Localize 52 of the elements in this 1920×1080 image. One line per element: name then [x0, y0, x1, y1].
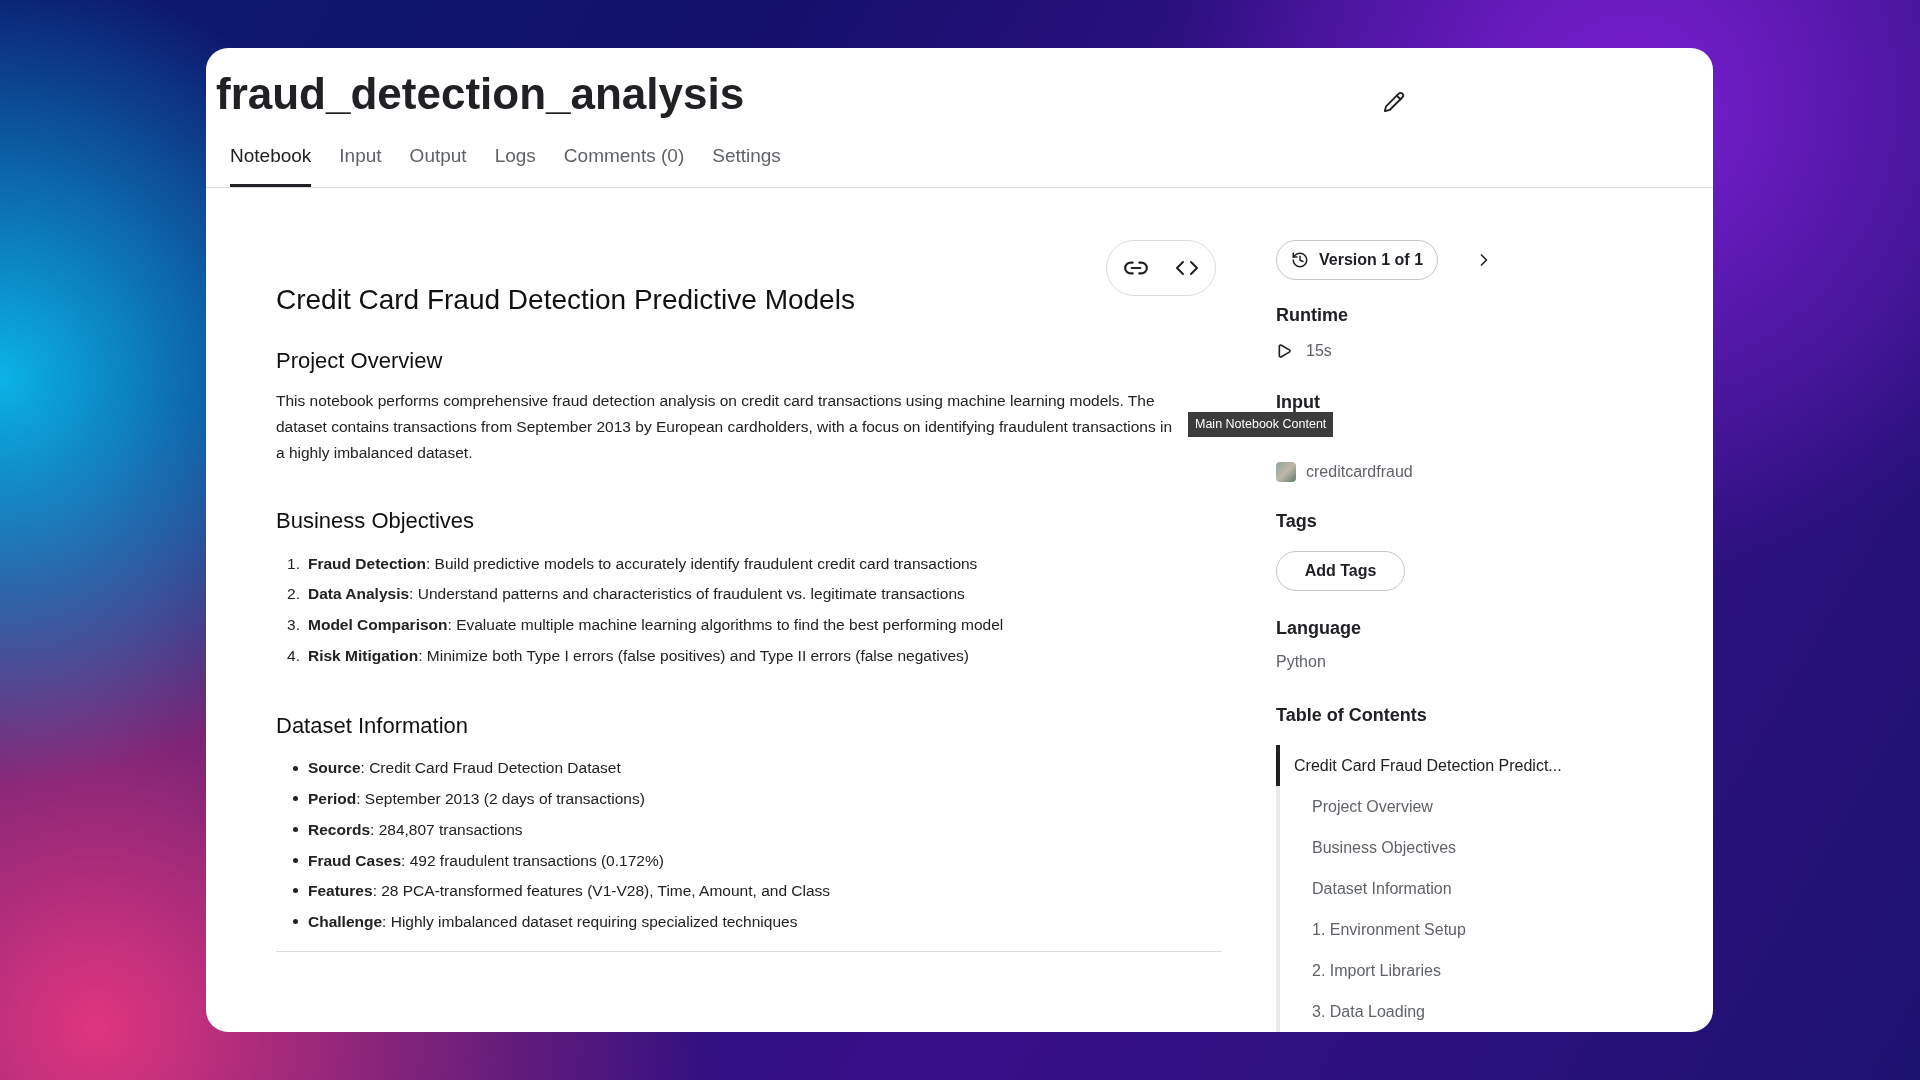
list-item: Fraud Cases: 492 fraudulent transactions (0.172%) — [308, 850, 664, 871]
bullet-icon — [293, 888, 298, 894]
bullet-icon — [293, 765, 298, 771]
list-number: 1. — [286, 553, 301, 574]
list-item: Model Comparison: Evaluate multiple machine learning algorithms to find the best performing model — [308, 615, 1004, 636]
list-item: Fraud Detection: Build predictive models to accurately identify fraudulent credit card transactions — [308, 553, 978, 574]
tab[interactable]: Output — [409, 141, 467, 187]
dataset-link[interactable]: creditcardfraud — [1306, 460, 1413, 484]
bullet-icon — [293, 796, 298, 802]
list-number: 2. — [286, 584, 301, 605]
bullet-icon — [293, 826, 298, 832]
toc-item[interactable]: 3. Data Loading — [1276, 991, 1706, 1032]
tab[interactable]: Comments (0) — [563, 141, 685, 187]
section-label: Runtime — [1276, 304, 1349, 327]
toc-item[interactable]: 1. Environment Setup — [1276, 909, 1706, 950]
paragraph: This notebook performs comprehensive fraud detection analysis on credit card transactions using machine learning models. The dataset contains transactions from September 2013 by European cardholders, with a focus on identifying fraudulent transactions in a highly imbalanced dataset. — [276, 391, 1174, 463]
notebook-heading: Credit Card Fraud Detection Predictive Models — [276, 283, 856, 317]
list-number: 4. — [286, 645, 301, 666]
tab[interactable]: Logs — [494, 141, 536, 187]
section-heading: Business Objectives — [276, 507, 476, 535]
list-item: Data Analysis: Understand patterns and characteristics of fraudulent vs. legitimate transactions — [308, 584, 965, 605]
list-item: Period: September 2013 (2 days of transactions) — [308, 789, 645, 810]
section-heading: Dataset Information — [276, 711, 469, 740]
edit-icon[interactable] — [1383, 91, 1405, 113]
list-item: Risk Mitigation: Minimize both Type I errors (false positives) and Type II errors (false negatives) — [308, 645, 969, 666]
bullet-icon — [293, 857, 298, 863]
section-label: Table of Contents — [1276, 704, 1428, 727]
section-label: Input — [1276, 391, 1321, 414]
toc-item[interactable]: 2. Import Libraries — [1276, 950, 1706, 991]
list-item: Challenge: Highly imbalanced dataset requiring specialized techniques — [308, 911, 798, 932]
toc-item[interactable]: Project Overview — [1276, 786, 1706, 827]
toc-item[interactable]: Credit Card Fraud Detection Predict... — [1276, 745, 1706, 786]
toc-item[interactable]: Business Objectives — [1276, 827, 1706, 868]
list-item: Features: 28 PCA-transformed features (V1-V28), Time, Amount, and Class — [308, 881, 831, 902]
tab[interactable]: Input — [339, 141, 382, 187]
toc-item[interactable]: Dataset Information — [1276, 868, 1706, 909]
dataset-thumbnail — [1276, 462, 1296, 482]
history-icon — [1291, 251, 1309, 269]
play-icon[interactable] — [1276, 343, 1292, 359]
section-heading: Project Overview — [276, 347, 444, 375]
tooltip: Main Notebook Content — [1188, 412, 1334, 437]
list-number: 3. — [286, 615, 301, 636]
list-item: Records: 284,807 transactions — [308, 819, 523, 840]
runtime-value: 15s — [1306, 341, 1332, 361]
bullet-icon — [293, 919, 298, 925]
section-label: Language — [1276, 617, 1362, 640]
tab[interactable]: Settings — [712, 141, 781, 187]
list-item: Source: Credit Card Fraud Detection Dataset — [308, 758, 621, 779]
section-label: Tags — [1276, 510, 1318, 533]
language-value: Python — [1276, 652, 1327, 672]
notebook-title: fraud_detection_analysis — [216, 68, 745, 120]
tab[interactable]: Notebook — [230, 141, 312, 187]
